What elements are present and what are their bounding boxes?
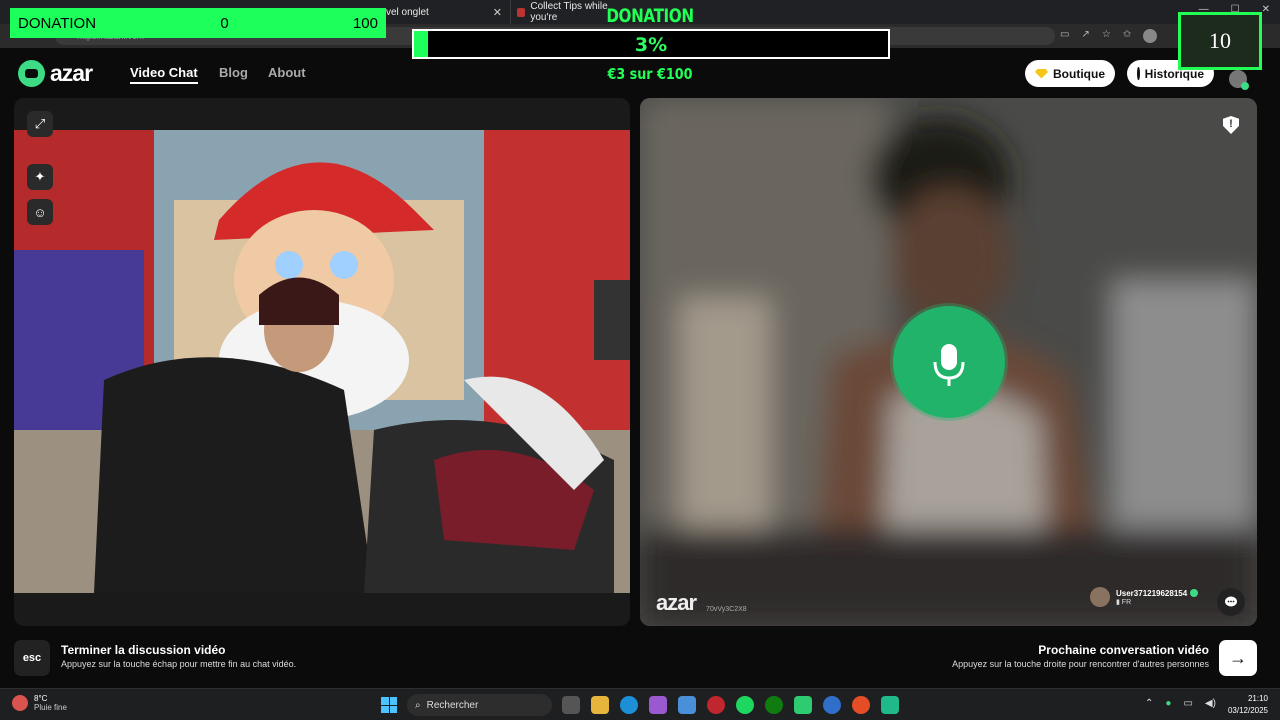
counter-value: 10 <box>1209 28 1231 53</box>
microphone-icon <box>933 344 965 386</box>
azar-logo-icon <box>18 60 45 87</box>
next-chat-hint: Appuyez sur la touche droite pour rencon… <box>952 659 1209 669</box>
clock-date: 03/12/2025 <box>1227 706 1268 715</box>
viewer-counter-box: 10 <box>1178 12 1262 70</box>
end-chat-title: Terminer la discussion vidéo <box>61 643 226 657</box>
partner-country: ▮ FR <box>1116 598 1132 606</box>
system-tray: ⌃ ● ▭ ◀) <box>1145 698 1216 709</box>
tray-chevron-icon[interactable]: ⌃ <box>1145 698 1153 709</box>
teal-app-icon[interactable] <box>881 696 899 714</box>
xbox-icon[interactable] <box>765 696 783 714</box>
browser-tab[interactable]: vel onglet ✕ <box>380 0 510 24</box>
clock-icon <box>1137 67 1144 80</box>
weather-desc: Pluie fine <box>34 703 67 712</box>
donation-goal: 100 <box>352 14 378 32</box>
search-placeholder: Rechercher <box>426 699 479 711</box>
taskbar: 8°C Pluie fine ⌕ Rechercher ⌃ ● ▭ ◀) 21:… <box>0 688 1280 720</box>
partner-username: User371219628154 <box>1116 589 1199 598</box>
open-external-icon[interactable]: ↗ <box>1081 29 1089 43</box>
game-app-icon[interactable] <box>794 696 812 714</box>
local-camera-image <box>14 130 630 593</box>
address-bar-actions: ▭ ↗ ☆ ✩ <box>1060 29 1158 43</box>
donation-progress-bar: 3% <box>412 29 890 59</box>
screen: vel onglet ✕ Collect Tips while you're —… <box>0 0 1280 720</box>
esc-key-button[interactable]: esc <box>14 640 50 676</box>
volume-icon[interactable]: ◀) <box>1205 698 1216 709</box>
microphone-button[interactable] <box>893 306 1005 418</box>
close-window-icon[interactable]: ✕ <box>1262 4 1270 15</box>
face-filter-icon[interactable]: ☺ <box>27 199 53 225</box>
effects-sparkle-icon[interactable]: ✦ <box>27 164 53 190</box>
weather-temp: 8°C <box>34 694 48 703</box>
next-chat-title: Prochaine conversation vidéo <box>1038 643 1209 657</box>
user-avatar[interactable] <box>1229 70 1249 90</box>
file-explorer-icon[interactable] <box>591 696 609 714</box>
azar-watermark: azar 70vVy3C2X8 <box>656 590 747 616</box>
nav-blog[interactable]: Blog <box>219 65 248 80</box>
nav-video-chat[interactable]: Video Chat <box>130 65 198 84</box>
clock-time: 21:10 <box>1247 694 1268 703</box>
system-clock[interactable]: 21:10 03/12/2025 <box>1226 694 1268 715</box>
display-icon[interactable]: ▭ <box>1183 698 1192 709</box>
boutique-label: Boutique <box>1053 66 1105 81</box>
taskbar-search[interactable]: ⌕ Rechercher <box>407 694 552 716</box>
pinned-apps <box>562 696 899 714</box>
gem-icon <box>1035 68 1048 79</box>
expand-icon[interactable]: ⤢ <box>27 111 53 137</box>
weather-widget[interactable]: 8°C Pluie fine <box>12 694 67 712</box>
partner-info[interactable]: User371219628154 ▮ FR <box>1090 587 1199 607</box>
favorite-star-icon[interactable]: ☆ <box>1102 29 1111 43</box>
next-chat-button[interactable]: → <box>1219 640 1257 676</box>
edge-browser-icon[interactable] <box>620 696 638 714</box>
brand-name: azar <box>50 60 93 86</box>
spotify-icon[interactable] <box>736 696 754 714</box>
nav-about[interactable]: About <box>268 65 306 80</box>
profile-avatar[interactable] <box>1143 29 1158 43</box>
donation-current: 0 <box>220 14 229 32</box>
remote-video-panel: ! azar 70vVy3C2X8 User371219628154 ▮ FR <box>640 98 1257 626</box>
copilot-icon[interactable] <box>649 696 667 714</box>
favorites-icon[interactable]: ✩ <box>1123 29 1131 43</box>
watermark-logo: azar <box>656 590 697 615</box>
donation-label: DONATION <box>18 14 97 32</box>
chat-bubble-icon[interactable] <box>1217 588 1245 616</box>
site-favicon-icon <box>517 7 526 17</box>
red-app-icon[interactable] <box>707 696 725 714</box>
task-view-icon[interactable] <box>562 696 580 714</box>
microphone-tray-icon[interactable]: ● <box>1165 698 1171 709</box>
weather-icon <box>12 695 28 711</box>
cast-icon[interactable]: ▭ <box>1060 29 1069 43</box>
tab-label: vel onglet <box>386 6 429 18</box>
start-menu-icon[interactable] <box>381 697 397 713</box>
partner-avatar <box>1090 587 1110 607</box>
donation-amount: €3 sur €100 <box>607 65 693 83</box>
end-chat-hint: Appuyez sur la touche échap pour mettre … <box>61 659 297 669</box>
azar-logo[interactable]: azar <box>18 60 93 87</box>
donation-percent: 3% <box>634 34 668 56</box>
donation-title: DONATION <box>606 5 694 27</box>
ccleaner-icon[interactable] <box>823 696 841 714</box>
local-camera-feed <box>14 130 630 593</box>
search-icon: ⌕ <box>415 699 421 711</box>
session-id: 70vVy3C2X8 <box>706 606 747 613</box>
verified-icon <box>1190 589 1199 598</box>
donation-counter-box: DONATION 0 100 <box>10 8 386 38</box>
boutique-button[interactable]: Boutique <box>1025 60 1115 87</box>
local-video-panel: ⤢ ✦ ☺ <box>14 98 630 626</box>
close-tab-icon[interactable]: ✕ <box>493 6 510 19</box>
footer-controls: esc Terminer la discussion vidéo Appuyez… <box>0 632 1280 688</box>
chrome-icon[interactable] <box>852 696 870 714</box>
store-icon[interactable] <box>678 696 696 714</box>
